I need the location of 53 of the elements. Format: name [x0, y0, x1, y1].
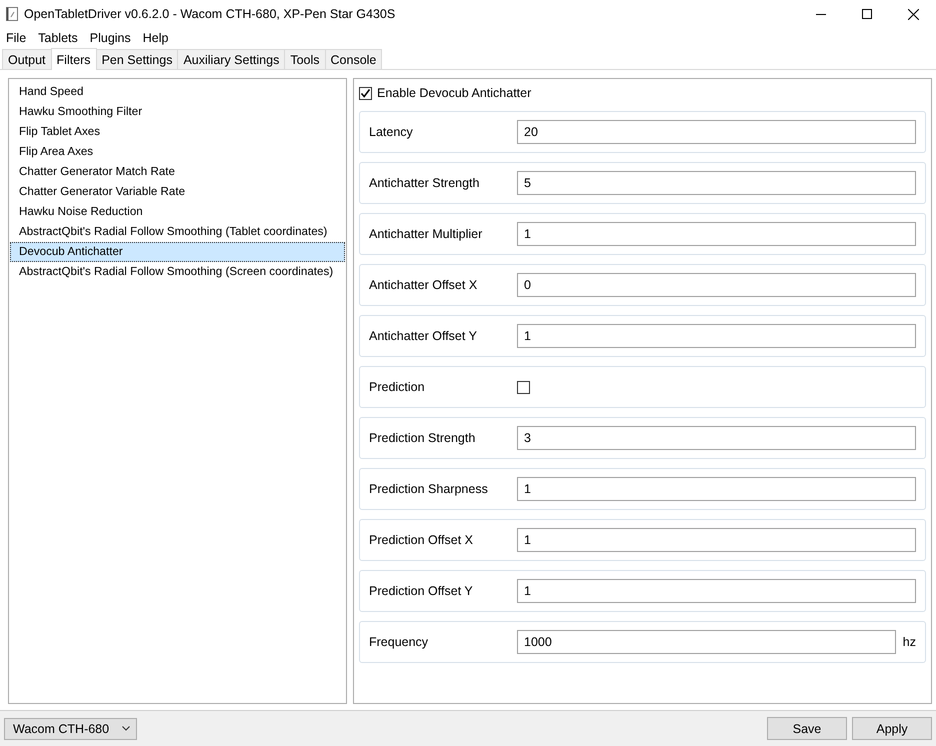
setting-label: Prediction: [369, 380, 426, 394]
tab[interactable]: Tools: [284, 49, 326, 69]
setting-label: Antichatter Multiplier: [369, 227, 484, 241]
setting-label: Antichatter Offset X: [369, 278, 478, 292]
menu-item[interactable]: Help: [136, 28, 174, 48]
caret-icon: [122, 726, 130, 731]
setting-field[interactable]: 1000: [517, 630, 896, 654]
tablet-dropdown[interactable]: Wacom CTH-680: [4, 718, 137, 740]
filter-list-item[interactable]: Devocub Antichatter: [10, 242, 345, 262]
save-button[interactable]: Save: [767, 717, 847, 740]
setting-field[interactable]: 5: [517, 171, 916, 195]
setting-field[interactable]: 1: [517, 579, 916, 603]
setting-field[interactable]: 20: [517, 120, 916, 144]
setting-label: Prediction Offset X: [369, 533, 474, 547]
setting-field[interactable]: 1: [517, 528, 916, 552]
enable-checkbox[interactable]: [359, 86, 372, 100]
filter-list-item[interactable]: Flip Tablet Axes: [10, 122, 345, 142]
filter-list-item[interactable]: Flip Area Axes: [10, 142, 345, 162]
tab[interactable]: Pen Settings: [96, 49, 178, 69]
setting-field[interactable]: 1: [517, 324, 916, 348]
setting-field[interactable]: 1: [517, 477, 916, 501]
tab[interactable]: Output: [2, 49, 52, 69]
maximize-icon: [862, 9, 872, 19]
setting-label: Frequency: [369, 635, 430, 649]
filter-list-item[interactable]: AbstractQbit's Radial Follow Smoothing (Screen coordinates): [10, 262, 345, 282]
filter-list-item[interactable]: Chatter Generator Match Rate: [10, 162, 345, 182]
filter-list-item[interactable]: AbstractQbit's Radial Follow Smoothing (Tablet coordinates): [10, 222, 345, 242]
setting-field[interactable]: 3: [517, 426, 916, 450]
filter-list-item[interactable]: Chatter Generator Variable Rate: [10, 182, 345, 202]
close-icon: [908, 8, 918, 20]
menu-item[interactable]: File: [0, 28, 32, 48]
setting-checkbox[interactable]: [517, 380, 530, 394]
setting-label: Antichatter Strength: [369, 176, 480, 190]
filter-list-item[interactable]: Hawku Smoothing Filter: [10, 102, 345, 122]
setting-field[interactable]: 0: [517, 273, 916, 297]
setting-label: Prediction Sharpness: [369, 482, 489, 496]
menu-item[interactable]: Plugins: [84, 28, 137, 48]
setting-label: Antichatter Offset Y: [369, 329, 478, 343]
setting-label: Prediction Offset Y: [369, 584, 474, 598]
window-title: OpenTabletDriver v0.6.2.0 - Wacom CTH-680, XP-Pen Star G430S: [24, 7, 396, 21]
setting-label: Prediction Strength: [369, 431, 476, 445]
apply-button[interactable]: Apply: [852, 717, 932, 740]
menu-item[interactable]: Tablets: [32, 28, 84, 48]
filter-list-item[interactable]: Hawku Noise Reduction: [10, 202, 345, 222]
tab[interactable]: Auxiliary Settings: [177, 49, 286, 69]
unit-label: hz: [902, 635, 916, 649]
checkbox-label: Enable Devocub Antichatter: [377, 86, 532, 100]
tab[interactable]: Filters: [50, 48, 97, 70]
app-icon: [6, 7, 18, 21]
filter-list-item[interactable]: Hand Speed: [10, 82, 345, 102]
setting-field[interactable]: 1: [517, 222, 916, 246]
tab[interactable]: Console: [324, 49, 382, 69]
setting-label: Latency: [369, 125, 414, 139]
